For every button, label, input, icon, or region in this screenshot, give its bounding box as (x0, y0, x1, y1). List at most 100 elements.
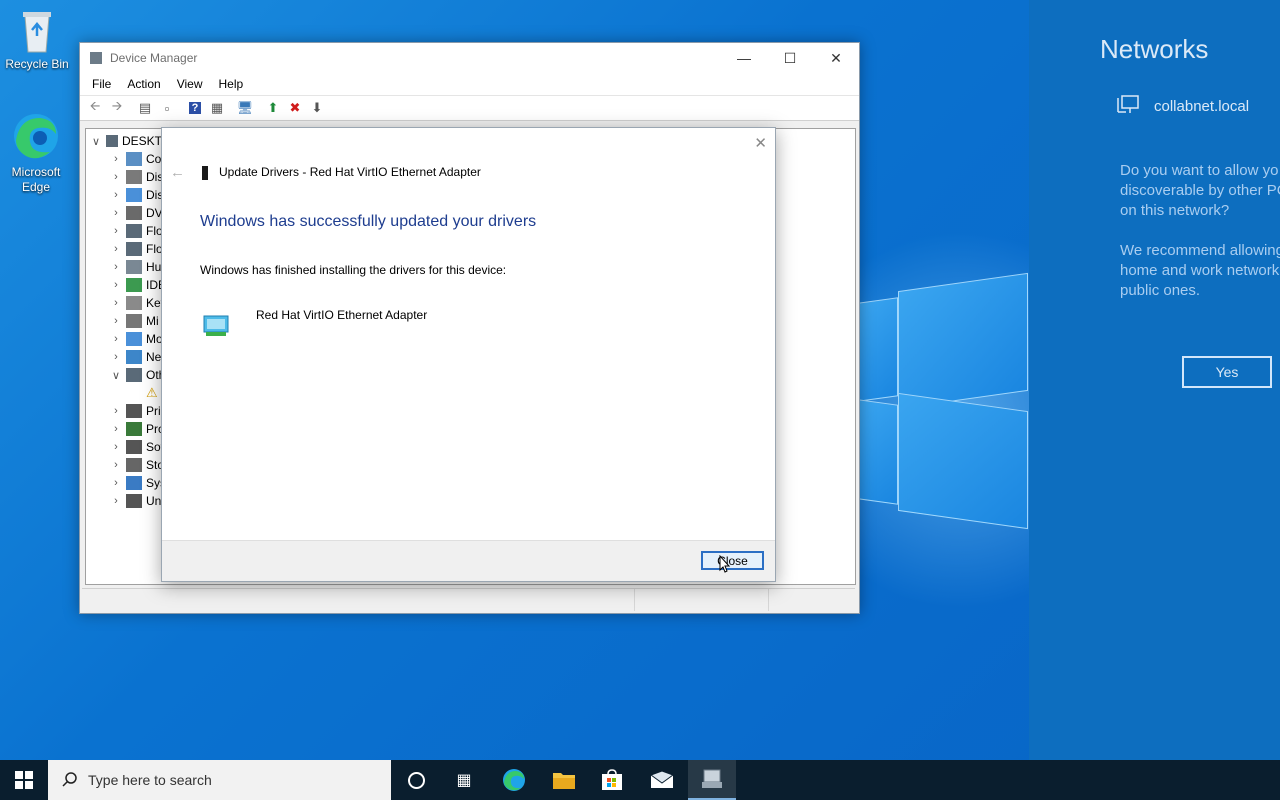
wallpaper-logo-pane (858, 399, 898, 505)
edge-icon (14, 114, 58, 159)
chevron-right-icon[interactable]: › (110, 405, 122, 417)
dialog-message: Windows has finished installing the driv… (200, 263, 507, 277)
tree-item[interactable]: ∨ Oth (110, 366, 165, 384)
device-category-icon (126, 476, 142, 490)
chevron-right-icon[interactable]: › (110, 459, 122, 471)
close-button[interactable]: Close (701, 551, 764, 570)
recommend-text: We recommend allowing (1120, 242, 1280, 259)
device-category-icon (126, 296, 142, 310)
windows-logo-icon (15, 771, 33, 789)
taskbar-file-explorer[interactable] (540, 760, 588, 800)
chevron-right-icon[interactable]: › (110, 477, 122, 489)
taskbar-device-manager[interactable] (688, 760, 736, 800)
device-category-icon (126, 206, 142, 220)
ethernet-icon (1117, 95, 1139, 113)
task-view-button[interactable]: ▦ (440, 760, 488, 800)
tree-item-label: Mi (146, 314, 159, 328)
adapter-small-icon (202, 166, 208, 180)
tree-item[interactable]: › Sto (110, 456, 164, 474)
cortana-button[interactable] (392, 760, 440, 800)
device-category-icon (126, 404, 142, 418)
menu-action[interactable]: Action (119, 77, 168, 91)
chevron-right-icon[interactable]: › (110, 261, 122, 273)
chevron-right-icon[interactable]: › (110, 297, 122, 309)
scan-hardware-icon[interactable]: 🖥 (234, 98, 256, 118)
mail-icon (650, 771, 674, 788)
tree-item[interactable]: › Flo (110, 222, 163, 240)
chevron-right-icon[interactable]: › (110, 423, 122, 435)
unknown-device-item[interactable]: ⚠ (146, 384, 158, 402)
chevron-down-icon[interactable]: ∨ (110, 369, 122, 382)
chevron-right-icon[interactable]: › (110, 189, 122, 201)
tree-item[interactable]: › IDE (110, 276, 166, 294)
tree-item[interactable]: › Sof (110, 438, 164, 456)
tree-item[interactable]: › Pro (110, 420, 165, 438)
chevron-right-icon[interactable]: › (110, 243, 122, 255)
update-driver-icon[interactable]: ⬆ (262, 98, 284, 118)
store-icon (602, 769, 622, 790)
dialog-close-icon[interactable]: ✕ (754, 134, 767, 152)
tree-item[interactable]: › DV (110, 204, 163, 222)
show-hide-tree-icon[interactable]: ▤ (134, 98, 156, 118)
minimize-button[interactable]: — (721, 43, 767, 73)
start-button[interactable] (0, 760, 48, 800)
tree-item[interactable]: › Dis (110, 186, 163, 204)
tree-item[interactable]: › Co (110, 150, 161, 168)
tree-item[interactable]: › Hu (110, 258, 161, 276)
menu-view[interactable]: View (169, 77, 211, 91)
chevron-right-icon[interactable]: › (110, 495, 122, 507)
maximize-button[interactable]: ☐ (767, 43, 813, 73)
chevron-right-icon[interactable]: › (110, 351, 122, 363)
tree-item[interactable]: › Mo (110, 330, 163, 348)
taskbar-store[interactable] (588, 760, 636, 800)
tree-item-label: Un (146, 494, 162, 508)
back-arrow-icon[interactable]: ← (170, 164, 185, 181)
tree-item[interactable]: › Mi (110, 312, 159, 330)
desktop-icon-edge[interactable]: Microsoft Edge (1, 110, 71, 195)
mouse-cursor-icon (719, 555, 731, 573)
chevron-right-icon[interactable]: › (110, 279, 122, 291)
wallpaper-logo-pane (858, 297, 898, 402)
back-icon[interactable]: 🡨 (84, 98, 106, 118)
taskbar-mail[interactable] (638, 760, 686, 800)
tree-item[interactable]: › Dis (110, 168, 163, 186)
menu-file[interactable]: File (84, 77, 119, 91)
tree-item[interactable]: › Flo (110, 240, 163, 258)
uninstall-icon[interactable]: ✖ (284, 98, 306, 118)
tree-item[interactable]: › Pri (110, 402, 161, 420)
chevron-right-icon[interactable]: › (110, 333, 122, 345)
chevron-right-icon[interactable]: › (110, 225, 122, 237)
recommend-text: home and work network (1120, 262, 1280, 279)
taskbar-search[interactable]: Type here to search (48, 760, 391, 800)
tree-item[interactable]: › Key (110, 294, 167, 312)
device-category-icon (126, 494, 142, 508)
chevron-right-icon[interactable]: › (110, 441, 122, 453)
network-name[interactable]: collabnet.local (1154, 98, 1249, 115)
yes-button[interactable]: Yes (1182, 356, 1272, 388)
recommend-text: public ones. (1120, 282, 1201, 299)
disable-device-icon[interactable]: ⬇ (306, 98, 328, 118)
device-category-icon (126, 422, 142, 436)
flyout-title: Networks (1100, 34, 1209, 64)
close-window-button[interactable]: ✕ (813, 43, 859, 73)
tree-root[interactable]: ∨ DESKTC (90, 132, 171, 150)
tree-item[interactable]: › Ne (110, 348, 161, 366)
cortana-icon (407, 771, 425, 789)
properties-icon[interactable]: ▫ (156, 98, 178, 118)
chevron-right-icon[interactable]: › (110, 315, 122, 327)
forward-icon[interactable]: 🡪 (106, 98, 128, 118)
menu-help[interactable]: Help (211, 77, 252, 91)
chevron-right-icon[interactable]: › (110, 207, 122, 219)
help-icon[interactable]: ? (184, 98, 206, 118)
desktop-icon-recycle-bin[interactable]: Recycle Bin (2, 8, 72, 72)
taskbar-edge[interactable] (490, 760, 538, 800)
chevron-down-icon[interactable]: ∨ (90, 135, 102, 148)
device-category-icon (126, 170, 142, 184)
device-category-icon (126, 224, 142, 238)
chevron-right-icon[interactable]: › (110, 153, 122, 165)
device-manager-icon (90, 52, 102, 64)
chevron-right-icon[interactable]: › (110, 171, 122, 183)
action-pane-icon[interactable]: ▦ (206, 98, 228, 118)
tree-item[interactable]: › Un (110, 492, 161, 510)
tree-item[interactable]: › Sys (110, 474, 166, 492)
